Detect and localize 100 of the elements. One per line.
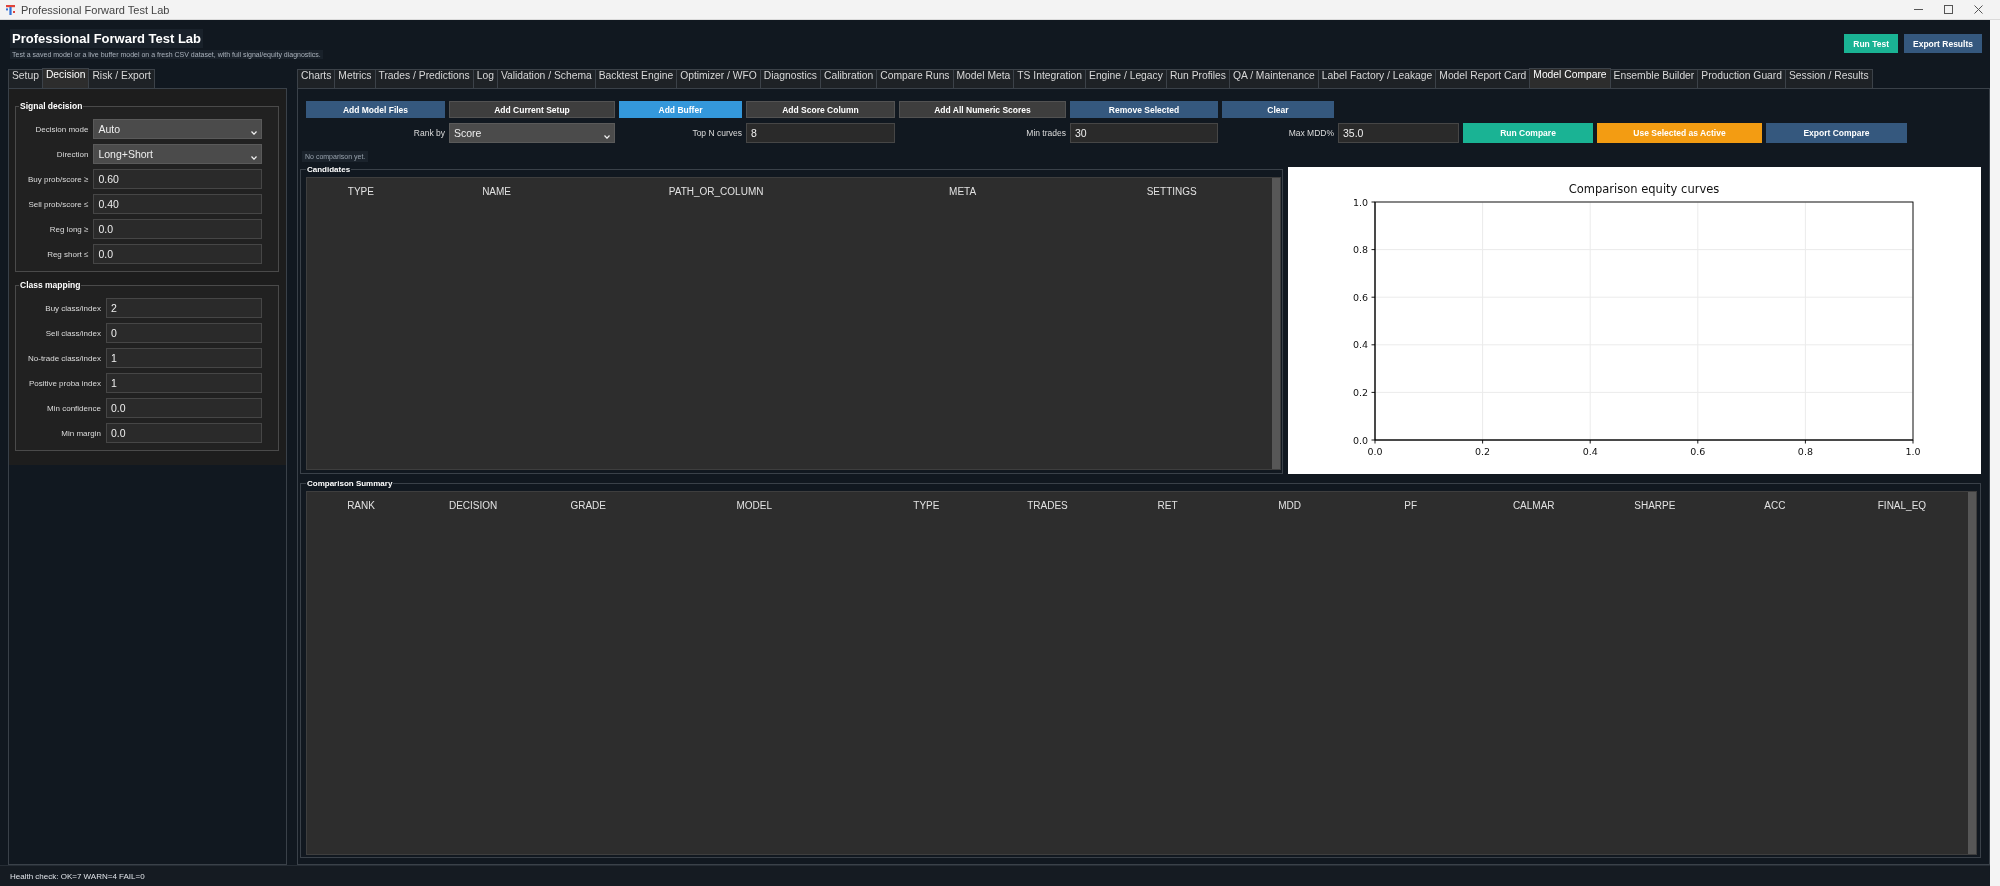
column-header: TYPE (913, 499, 940, 511)
toolbar-button[interactable]: Add All Numeric Scores (899, 101, 1066, 118)
x-tick-label: 0.8 (1797, 446, 1813, 457)
input-field[interactable]: 0.60 (93, 169, 262, 189)
dropdown[interactable]: Score (449, 123, 615, 143)
column-header: PF (1404, 499, 1418, 511)
x-tick-label: 0.0 (1367, 446, 1383, 457)
tab[interactable]: Ensemble Builder (1609, 69, 1699, 89)
tab[interactable]: Diagnostics (759, 69, 822, 89)
input-field[interactable]: 35.0 (1338, 123, 1459, 143)
y-tick-label: 0.4 (1352, 339, 1368, 351)
field-label: Sell class/index (45, 328, 101, 338)
tab[interactable]: Label Factory / Leakage (1317, 69, 1437, 89)
tab[interactable]: Metrics (334, 69, 376, 89)
field-label: Reg short ≤ (47, 249, 89, 259)
tab[interactable]: Trades / Predictions (374, 69, 474, 89)
input-field[interactable]: 0 (105, 323, 262, 343)
field-label: Positive proba index (28, 378, 101, 388)
input-field[interactable]: 0.0 (105, 423, 262, 443)
field-label: Buy prob/score ≥ (28, 174, 89, 184)
input-field[interactable]: 30 (1070, 123, 1218, 143)
input-field[interactable]: 1 (105, 373, 262, 393)
tab[interactable]: Engine / Legacy (1085, 69, 1167, 89)
column-header: ACC (1764, 499, 1786, 511)
tab[interactable]: Risk / Export (88, 69, 155, 89)
tab[interactable]: Session / Results (1785, 69, 1873, 89)
input-field[interactable]: 0.0 (93, 219, 262, 239)
field-label: Rank by (413, 128, 445, 138)
close-icon (1973, 5, 1983, 14)
tab[interactable]: Optimizer / WFO (676, 69, 761, 89)
toolbar-button[interactable]: Clear (1222, 101, 1334, 118)
column-header: CALMAR (1512, 499, 1555, 511)
column-header: SETTINGS (1146, 185, 1197, 197)
tab[interactable]: Charts (297, 69, 336, 89)
input-field[interactable]: 2 (105, 298, 262, 318)
caret-down-icon (251, 131, 257, 135)
field-label: No-trade class/index (28, 353, 101, 363)
tab[interactable]: Calibration (820, 69, 878, 89)
tab[interactable]: Model Meta (952, 69, 1015, 89)
tab[interactable]: Production Guard (1697, 69, 1786, 89)
tab[interactable]: Backtest Engine (594, 69, 678, 89)
y-tick-label: 0.8 (1352, 244, 1368, 256)
app-title: Professional Forward Test Lab (10, 29, 204, 48)
tab[interactable]: Run Profiles (1165, 69, 1230, 89)
field-label: Sell prob/score ≤ (28, 199, 89, 209)
y-tick-label: 1.0 (1352, 196, 1368, 208)
input-field[interactable]: 0.0 (105, 398, 262, 418)
header-button[interactable]: Export Results (1904, 34, 1982, 53)
x-tick-label: 0.2 (1475, 446, 1491, 457)
field-label: Min margin (61, 428, 101, 438)
toolbar-button[interactable]: Add Model Files (306, 101, 445, 118)
tab[interactable]: Model Compare (1529, 68, 1611, 89)
group-title: Class mapping (19, 280, 82, 290)
y-tick-label: 0.0 (1352, 434, 1368, 446)
tab[interactable]: Setup (8, 69, 43, 89)
field-label: Reg long ≥ (49, 224, 89, 234)
x-tick-label: 1.0 (1905, 446, 1921, 457)
tab[interactable]: Validation / Schema (496, 69, 596, 89)
column-header: GRADE (570, 499, 606, 511)
field-label: Buy class/index (45, 303, 101, 313)
column-header: PATH_OR_COLUMN (668, 185, 764, 197)
tab[interactable]: Log (472, 69, 498, 89)
toolbar-button[interactable]: Add Current Setup (449, 101, 615, 118)
tab[interactable]: Model Report Card (1435, 69, 1531, 89)
column-header: MDD (1278, 499, 1301, 511)
scrollbar[interactable] (1968, 492, 1976, 854)
column-header: META (949, 185, 977, 197)
group-title: Signal decision (19, 101, 84, 111)
chart-title: Comparison equity curves (1568, 182, 1720, 196)
action-button[interactable]: Export Compare (1766, 123, 1907, 143)
field-label: Top N curves (692, 128, 742, 138)
column-header: RANK (347, 499, 375, 511)
field-label: Max MDD% (1288, 128, 1334, 138)
input-field[interactable]: 1 (105, 348, 262, 368)
input-field[interactable]: 0.40 (93, 194, 262, 214)
status-text: Health check: OK=7 WARN=4 FAIL=0 (10, 871, 145, 881)
tab[interactable]: Compare Runs (876, 69, 954, 89)
column-header: TYPE (347, 185, 374, 197)
input-field[interactable]: 8 (746, 123, 895, 143)
input-field[interactable]: 0.0 (93, 244, 262, 264)
toolbar-button[interactable]: Add Score Column (746, 101, 895, 118)
app-icon (6, 4, 15, 15)
y-tick-label: 0.6 (1352, 291, 1368, 303)
field-label: Min trades (1026, 128, 1066, 138)
tab[interactable]: QA / Maintenance (1228, 69, 1319, 89)
caret-down-icon (251, 156, 257, 160)
column-header: NAME (482, 185, 512, 197)
field-label: Direction (56, 149, 89, 159)
y-tick-label: 0.2 (1352, 386, 1368, 398)
toolbar-button[interactable]: Remove Selected (1070, 101, 1218, 118)
column-header: TRADES (1027, 499, 1068, 511)
scrollbar[interactable] (1272, 178, 1280, 469)
column-header: RET (1157, 499, 1178, 511)
dropdown[interactable]: Auto (93, 119, 262, 139)
column-header: MODEL (736, 499, 773, 511)
tab[interactable]: TS Integration (1013, 69, 1086, 89)
group-title: Candidates (306, 165, 352, 174)
group-title: Comparison Summary (306, 479, 394, 488)
x-tick-label: 0.6 (1690, 446, 1706, 457)
dropdown[interactable]: Long+Short (93, 144, 262, 164)
